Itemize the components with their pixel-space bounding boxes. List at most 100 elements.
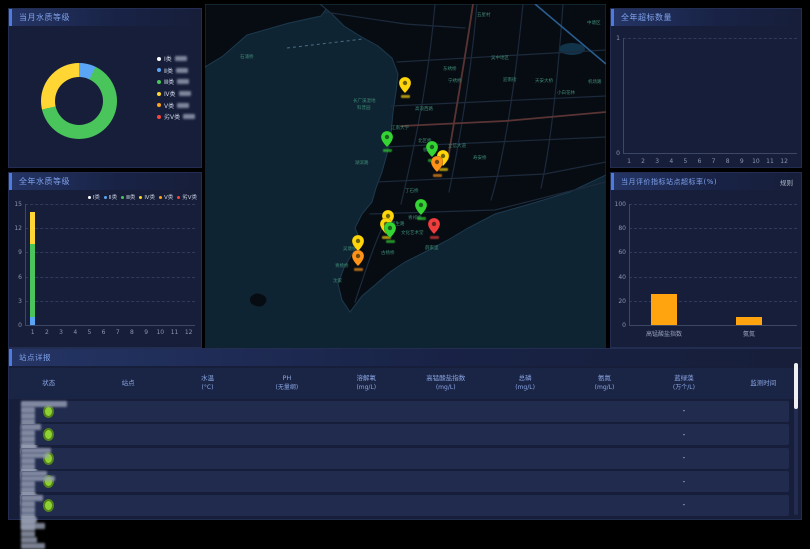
gridline xyxy=(25,228,195,229)
month-rate-bar-chart: 020406080100高锰酸盐指数氨氮 xyxy=(611,190,801,347)
legend-label: 劣Ⅴ类 xyxy=(164,112,180,121)
legend-item[interactable]: Ⅴ类 xyxy=(159,193,173,201)
column-header: 总磷(mg/L) xyxy=(485,374,564,392)
table-scrollbar-thumb[interactable] xyxy=(794,363,798,409)
y-tick: 0 xyxy=(611,150,620,157)
x-tick: 5 xyxy=(82,329,96,336)
chlorophyll-value: - xyxy=(674,431,694,439)
map-pin-red[interactable] xyxy=(428,218,440,234)
map-pin-green[interactable] xyxy=(381,131,393,147)
x-tick: 2 xyxy=(636,158,650,165)
column-label: 状态 xyxy=(9,379,88,388)
table-row[interactable]: - xyxy=(21,424,789,445)
y-axis xyxy=(623,38,624,153)
y-tick: 80 xyxy=(611,225,626,232)
x-tick: 1 xyxy=(26,329,40,336)
table-row[interactable]: - xyxy=(21,401,789,422)
y-tick: 6 xyxy=(9,274,22,281)
legend-item[interactable]: Ⅳ类 xyxy=(157,88,195,100)
table-row[interactable]: - xyxy=(21,495,789,516)
legend-dot xyxy=(157,103,161,107)
legend-item[interactable]: Ⅳ类 xyxy=(139,193,155,201)
redacted-value xyxy=(21,513,35,519)
table-row[interactable]: - xyxy=(21,448,789,469)
gridline xyxy=(623,38,797,39)
legend-item[interactable]: Ⅱ类 xyxy=(104,193,117,201)
map-pin-orange[interactable] xyxy=(352,250,364,266)
column-unit: (无量纲) xyxy=(247,383,326,392)
x-axis xyxy=(623,153,797,154)
y-tick: 0 xyxy=(611,322,626,329)
rules-link[interactable]: 规则 xyxy=(780,177,793,187)
legend-label: Ⅱ类 xyxy=(164,66,173,75)
column-header: 蓝绿藻(万个/L) xyxy=(644,374,723,392)
panel-header: 当月评价指标站点超标率(%) 规则 xyxy=(611,173,801,190)
stacked-bar-segment xyxy=(30,244,35,317)
map-pin-green[interactable] xyxy=(415,199,427,215)
x-tick: 5 xyxy=(678,158,692,165)
legend-label: Ⅴ类 xyxy=(164,193,173,201)
pin-label xyxy=(417,217,426,220)
gridline xyxy=(25,204,195,205)
x-tick: 7 xyxy=(111,329,125,336)
legend-label: Ⅲ类 xyxy=(126,193,135,201)
map-pin-orange[interactable] xyxy=(431,156,443,172)
column-label: 总磷 xyxy=(485,374,564,383)
y-axis xyxy=(25,204,26,325)
legend-item[interactable]: Ⅲ类 xyxy=(157,76,195,88)
redacted-value xyxy=(21,531,35,537)
map-pin-green[interactable] xyxy=(384,222,396,238)
y-tick: 15 xyxy=(9,201,22,208)
legend-item[interactable]: Ⅰ类 xyxy=(157,53,195,65)
column-label: 氨氮 xyxy=(565,374,644,383)
legend-item[interactable]: Ⅱ类 xyxy=(157,65,195,77)
column-unit: (mg/L) xyxy=(565,383,644,392)
map-pin-yellow[interactable] xyxy=(399,77,411,93)
stacked-bar-segment xyxy=(30,212,35,244)
legend-item[interactable]: Ⅴ类 xyxy=(157,99,195,111)
chlorophyll-value: - xyxy=(674,407,694,415)
table-row[interactable]: - xyxy=(21,471,789,492)
map-pin-yellow[interactable] xyxy=(352,235,364,251)
redacted-value xyxy=(177,79,189,84)
legend-item[interactable]: 劣Ⅴ类 xyxy=(157,111,195,123)
y-axis xyxy=(629,204,630,325)
legend-label: Ⅰ类 xyxy=(93,193,100,201)
panel-header: 全年超标数量 xyxy=(611,9,801,26)
legend-item[interactable]: 劣Ⅴ类 xyxy=(177,193,197,201)
y-tick: 3 xyxy=(9,298,22,305)
x-tick: 12 xyxy=(182,329,196,336)
column-label: 溶解氧 xyxy=(327,374,406,383)
legend-dot xyxy=(139,196,142,199)
x-tick: 4 xyxy=(68,329,82,336)
chlorophyll-value: - xyxy=(674,478,694,486)
table-body: - - - - - xyxy=(9,399,801,519)
station-map[interactable]: 石浦桥五星村中塘区吴中地区迎南街天安大桥小白花林机场路宁绣桥东绣桥高浪西路江南大… xyxy=(205,4,606,348)
x-axis xyxy=(25,325,195,326)
y-tick: 1 xyxy=(611,35,620,42)
legend-item[interactable]: Ⅲ类 xyxy=(121,193,135,201)
column-header: 监测时间 xyxy=(724,379,803,388)
legend-dot xyxy=(104,196,107,199)
redacted-time xyxy=(21,543,45,549)
legend-label: Ⅳ类 xyxy=(164,89,176,98)
legend-label: 劣Ⅴ类 xyxy=(182,193,197,201)
status-dot xyxy=(43,499,54,512)
x-tick: 8 xyxy=(721,158,735,165)
gridline xyxy=(25,301,195,302)
legend-item[interactable]: Ⅰ类 xyxy=(88,193,100,201)
gridline xyxy=(629,277,797,278)
donut-chart-ring xyxy=(41,63,117,139)
panel-header: 全年水质等级 xyxy=(9,173,201,190)
redacted-value xyxy=(176,68,188,73)
column-unit: (mg/L) xyxy=(485,383,564,392)
redacted-value xyxy=(177,103,189,108)
x-tick: 10 xyxy=(749,158,763,165)
column-label: 监测时间 xyxy=(724,379,803,388)
x-tick: 11 xyxy=(763,158,777,165)
gridline xyxy=(629,252,797,253)
legend-dot xyxy=(177,196,180,199)
x-tick: 12 xyxy=(777,158,791,165)
panel-title: 站点详报 xyxy=(12,352,51,363)
column-label: 站点 xyxy=(88,379,167,388)
